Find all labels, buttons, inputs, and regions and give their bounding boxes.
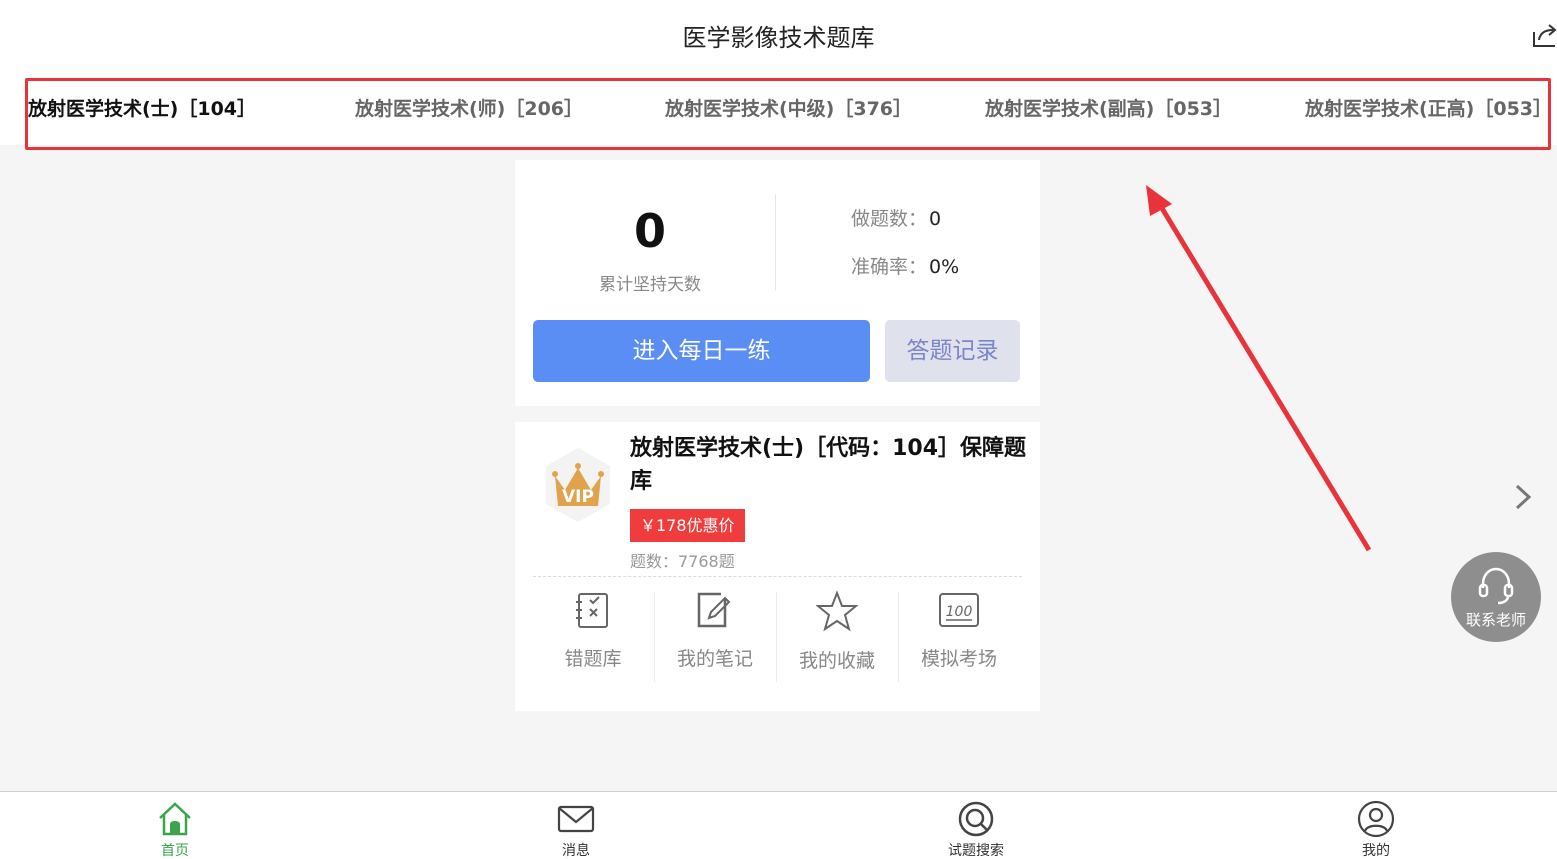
category-tabs-highlight: 放射医学技术(士)［104］ 放射医学技术(师)［206］ 放射医学技术(中级)… [25, 78, 1552, 150]
product-divider [533, 576, 1022, 577]
share-icon[interactable] [1531, 22, 1557, 48]
tab-senior[interactable]: 放射医学技术(正高)［053］ [1305, 94, 1552, 121]
exam-100-icon: 100 [939, 593, 979, 627]
stats-card: 0 累计坚持天数 做题数： 0 准确率： 0% 进入每日一练 答题记录 [515, 160, 1040, 406]
nav-search-label: 试题搜索 [948, 843, 1004, 859]
mock-exam-button[interactable]: 100 模拟考场 [898, 590, 1020, 685]
nav-messages-label: 消息 [562, 843, 590, 859]
price-badge: ￥178优惠价 [630, 509, 745, 542]
wrong-book-icon [576, 593, 608, 628]
my-favorites-button[interactable]: 我的收藏 [776, 590, 898, 685]
answer-record-button[interactable]: 答题记录 [885, 320, 1020, 382]
done-count-row: 做题数： 0 [851, 204, 941, 231]
chevron-right-icon[interactable] [1513, 484, 1533, 510]
accuracy-row: 准确率： 0% [851, 252, 959, 279]
page-title: 医学影像技术题库 [682, 24, 875, 52]
tab-intermediate[interactable]: 放射医学技术(中级)［376］ [665, 94, 912, 121]
vip-badge-text: VIP [562, 487, 594, 507]
accuracy-label: 准确率： [851, 256, 928, 278]
svg-text:100: 100 [946, 604, 973, 620]
user-icon [1357, 800, 1395, 838]
nav-home-label: 首页 [161, 843, 189, 859]
my-favorites-label: 我的收藏 [798, 650, 875, 672]
my-notes-button[interactable]: 我的笔记 [654, 590, 776, 685]
done-count-value: 0 [929, 208, 942, 230]
bottom-nav: 首页 消息 试题搜索 我的 [0, 791, 1557, 859]
done-count-label: 做题数： [851, 208, 928, 230]
mail-icon [557, 805, 595, 833]
product-card[interactable]: VIP 放射医学技术(士)［代码：104］保障题库 ￥178优惠价 题数：776… [515, 422, 1040, 711]
nav-search[interactable]: 试题搜索 [916, 800, 1036, 859]
note-icon [697, 592, 731, 628]
search-icon [958, 801, 994, 837]
daily-practice-button[interactable]: 进入每日一练 [533, 320, 870, 382]
headset-icon [1478, 567, 1514, 605]
home-icon [159, 802, 191, 836]
product-title: 放射医学技术(士)［代码：104］保障题库 [630, 436, 1027, 494]
nav-profile[interactable]: 我的 [1316, 800, 1436, 859]
nav-messages[interactable]: 消息 [516, 800, 636, 859]
accuracy-value: 0% [929, 256, 960, 278]
star-icon [816, 590, 858, 632]
my-notes-label: 我的笔记 [676, 648, 753, 670]
streak-days-label: 累计坚持天数 [599, 275, 701, 295]
tab-shi-teacher[interactable]: 放射医学技术(师)［206］ [355, 94, 583, 121]
wrong-book-label: 错题库 [564, 648, 622, 670]
wrong-book-button[interactable]: 错题库 [532, 590, 654, 685]
nav-profile-label: 我的 [1362, 843, 1390, 859]
nav-home[interactable]: 首页 [115, 800, 235, 859]
question-count: 题数：7768题 [630, 552, 735, 571]
vip-crown-icon: VIP [546, 448, 610, 522]
streak-days-value: 0 [633, 204, 666, 258]
contact-teacher-label: 联系老师 [1465, 611, 1526, 629]
mock-exam-label: 模拟考场 [920, 648, 997, 670]
contact-teacher-button[interactable]: 联系老师 [1451, 552, 1541, 642]
stats-divider [775, 194, 776, 290]
tab-shi[interactable]: 放射医学技术(士)［104］ [28, 94, 256, 121]
tab-vice-senior[interactable]: 放射医学技术(副高)［053］ [985, 94, 1232, 121]
